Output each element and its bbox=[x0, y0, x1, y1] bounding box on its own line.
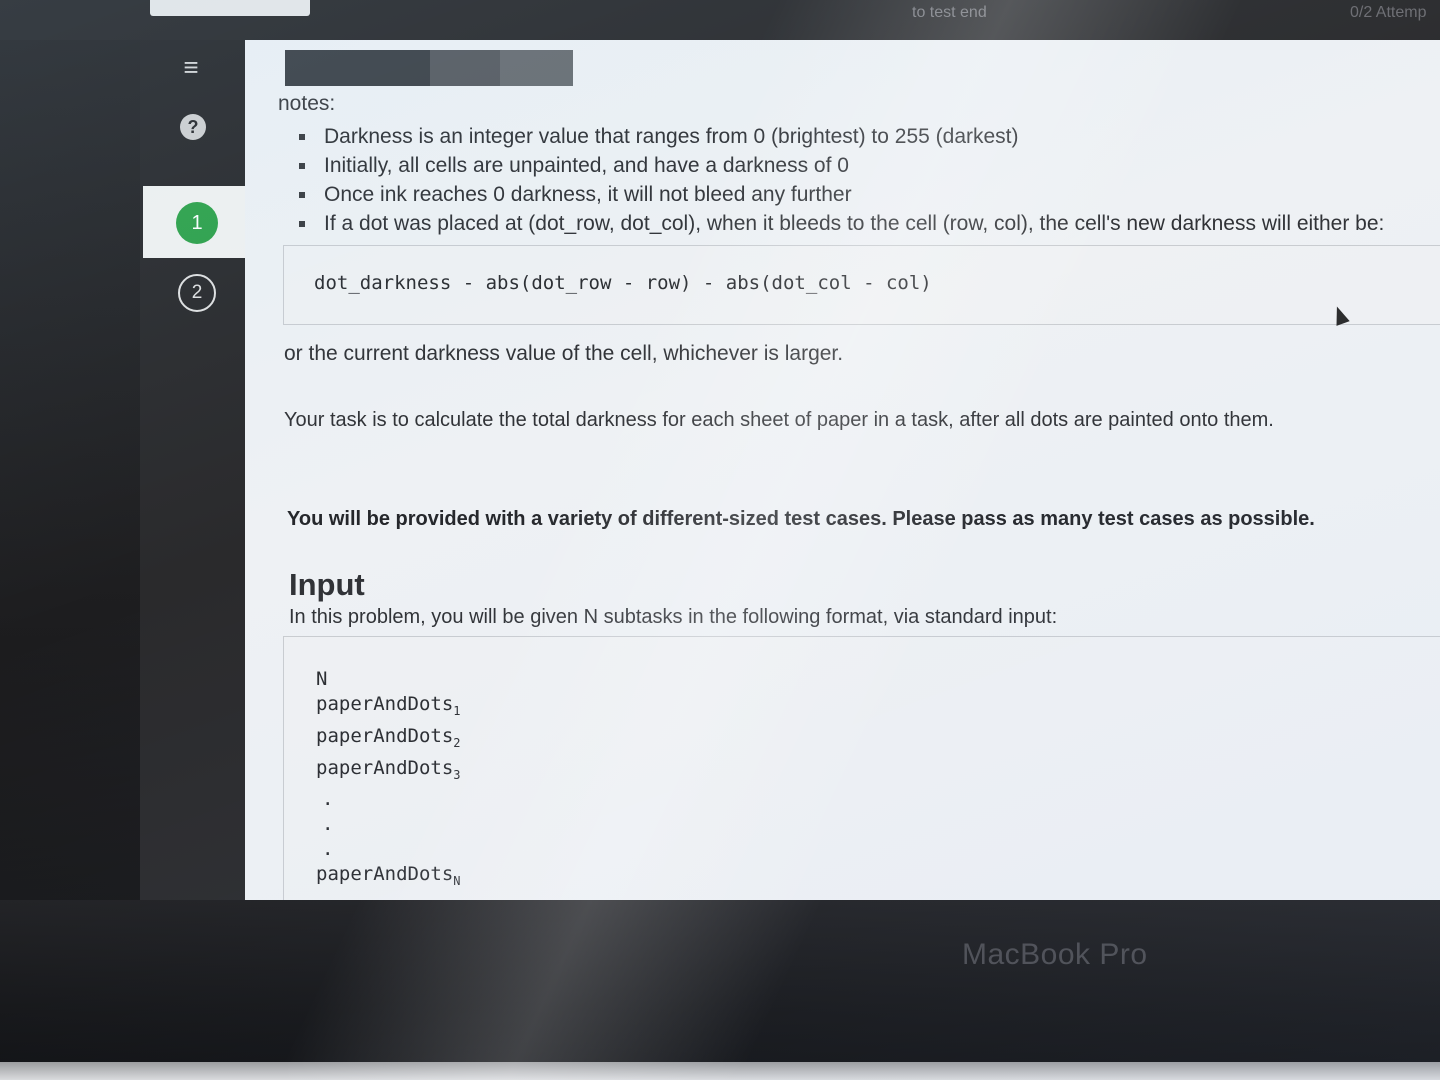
formula-text: dot_darkness - abs(dot_row - row) - abs(… bbox=[314, 272, 932, 294]
top-bar: to test end 0/2 Attemp bbox=[0, 0, 1440, 40]
ellipsis-dot: . bbox=[322, 813, 334, 836]
input-line-base: paperAndDots bbox=[316, 863, 454, 886]
ellipsis-dot: . bbox=[322, 838, 334, 861]
input-intro: In this problem, you will be given N sub… bbox=[289, 606, 1058, 628]
step-2-button[interactable]: 2 bbox=[178, 274, 216, 312]
input-line: paperAndDots3 bbox=[316, 756, 1440, 788]
attempts-label: 0/2 Attemp bbox=[1350, 4, 1427, 21]
input-line-base: paperAndDots bbox=[316, 756, 454, 779]
note-item: If a dot was placed at (dot_row, dot_col… bbox=[297, 209, 1437, 238]
step-1-button[interactable]: 1 bbox=[176, 202, 218, 244]
bold-instruction: You will be provided with a variety of d… bbox=[287, 508, 1315, 530]
list-icon[interactable]: ≡ bbox=[176, 52, 206, 82]
or-text: or the current darkness value of the cel… bbox=[284, 342, 844, 365]
input-line-base: paperAndDots bbox=[316, 693, 454, 715]
formula-code-block: dot_darkness - abs(dot_row - row) - abs(… bbox=[283, 245, 1440, 325]
redacted-block bbox=[500, 50, 573, 86]
input-line-n: N bbox=[316, 668, 328, 690]
note-item: Once ink reaches 0 darkness, it will not… bbox=[297, 180, 1437, 209]
input-line-sub: 3 bbox=[453, 767, 461, 782]
task-text: Your task is to calculate the total dark… bbox=[284, 409, 1274, 431]
photo-scene: to test end 0/2 Attemp ≡ ? 1 2 notes: Da… bbox=[0, 0, 1440, 1080]
input-format-code-block: N paperAndDots1 paperAndDots2 paperAndDo… bbox=[283, 636, 1440, 906]
browser-tab[interactable] bbox=[150, 0, 310, 16]
laptop-bezel bbox=[0, 900, 1440, 1080]
help-icon[interactable]: ? bbox=[180, 114, 206, 140]
notes-label: notes: bbox=[278, 92, 336, 115]
redacted-block bbox=[430, 50, 500, 86]
input-line-sub: 2 bbox=[453, 735, 461, 750]
problem-content: notes: Darkness is an integer value that… bbox=[245, 40, 1440, 925]
input-line-last: paperAndDotsN bbox=[316, 862, 1440, 894]
input-heading: Input bbox=[289, 567, 365, 602]
left-sidebar bbox=[140, 40, 250, 925]
desk-edge bbox=[0, 1062, 1440, 1080]
input-line-sub: 1 bbox=[453, 703, 461, 718]
note-item: Initially, all cells are unpainted, and … bbox=[297, 151, 1437, 180]
redacted-block bbox=[285, 50, 430, 86]
ellipsis-dot: . bbox=[322, 788, 334, 811]
test-end-label: to test end bbox=[912, 4, 987, 21]
input-line: paperAndDots2 bbox=[316, 724, 1440, 756]
input-line-sub: N bbox=[453, 874, 461, 889]
notes-list: Darkness is an integer value that ranges… bbox=[297, 122, 1437, 238]
device-label: MacBook Pro bbox=[962, 938, 1148, 971]
input-line-base: paperAndDots bbox=[316, 724, 454, 747]
input-line: paperAndDots1 bbox=[316, 692, 1440, 724]
note-item: Darkness is an integer value that ranges… bbox=[297, 122, 1437, 151]
